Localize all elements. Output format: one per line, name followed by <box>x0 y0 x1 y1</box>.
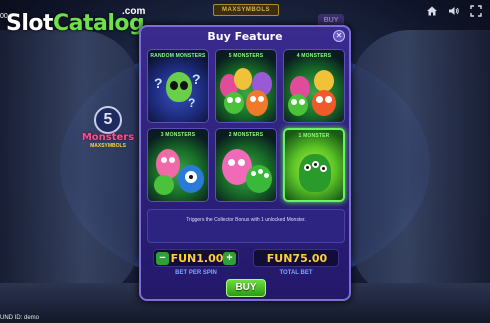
description-panel: Triggers the Collector Bonus with 1 unlo… <box>147 209 345 243</box>
feature-options-grid: RANDOM MONSTERS ? ? ? 5 MONSTERS 4 MONST… <box>147 49 345 202</box>
slotcatalog-logo: 00 SlotCatalog .com <box>0 3 150 37</box>
home-icon[interactable] <box>426 5 438 17</box>
option-label: 3 MONSTERS <box>160 132 196 138</box>
increase-bet-button[interactable]: + <box>223 252 236 265</box>
option-3-monsters[interactable]: 3 MONSTERS <box>147 128 209 202</box>
decrease-bet-button[interactable]: − <box>156 252 169 265</box>
option-4-monsters[interactable]: 4 MONSTERS <box>283 49 345 123</box>
buy-button[interactable]: BUY <box>226 279 266 297</box>
question-mark-icon: ? <box>188 96 196 110</box>
green-monster-icon <box>154 175 174 195</box>
logo-domain: .com <box>122 6 146 17</box>
dialog-title: Buy Feature <box>207 30 283 43</box>
background-hull-right <box>350 30 490 300</box>
option-label: 4 MONSTERS <box>296 53 332 59</box>
game-logo-subtitle: MAXSYMBOLS <box>90 143 126 149</box>
green-spotted-monster-icon <box>299 154 331 192</box>
orange-monster-icon <box>246 90 268 116</box>
option-label: 1 MONSTER <box>298 133 330 139</box>
feature-description: Triggers the Collector Bonus with 1 unlo… <box>186 217 306 223</box>
option-1-monster[interactable]: 1 MONSTER <box>283 128 345 202</box>
background-hull-left <box>0 30 140 300</box>
option-2-monsters[interactable]: 2 MONSTERS <box>215 128 277 202</box>
logo-prefix: Slot <box>6 11 54 36</box>
question-mark-icon: ? <box>192 71 201 87</box>
close-button[interactable]: ✕ <box>333 30 345 42</box>
total-bet-label: TOTAL BET <box>279 270 313 276</box>
bet-per-spin-label: BET PER SPIN <box>175 270 217 276</box>
max-symbols-badge: MAXSYMBOLS <box>213 4 279 16</box>
bet-per-spin-box: − FUN1.00 + <box>153 249 239 267</box>
option-label: 2 MONSTERS <box>228 132 264 138</box>
buy-feature-dialog: Buy Feature ✕ RANDOM MONSTERS ? ? ? 5 MO… <box>139 25 351 301</box>
pink-monster-icon <box>156 149 180 179</box>
green-monster-icon <box>288 94 308 116</box>
bet-controls: − FUN1.00 + BET PER SPIN FUN75.00 TOTAL … <box>153 249 343 279</box>
blue-monster-icon <box>178 165 204 193</box>
option-label: 5 MONSTERS <box>228 53 264 59</box>
orange-monster-icon <box>312 90 336 116</box>
option-random-monsters[interactable]: RANDOM MONSTERS ? ? ? <box>147 49 209 123</box>
yellow-monster-icon <box>314 70 334 92</box>
game-logo: 5 Monsters MAXSYMBOLS <box>78 106 138 156</box>
green-spotted-monster-icon <box>246 165 272 193</box>
green-monster-icon <box>224 92 244 114</box>
game-logo-title: Monsters <box>81 132 135 143</box>
round-id: UND ID: demo <box>0 315 40 321</box>
game-screen: 00 SlotCatalog .com MAXSYMBOLS BUY 5 Mon… <box>0 0 490 323</box>
game-logo-number: 5 <box>94 106 122 134</box>
total-bet-box: FUN75.00 <box>253 249 339 267</box>
top-controls <box>426 5 482 17</box>
total-bet-value: FUN75.00 <box>266 252 328 265</box>
bet-value: FUN1.00 <box>170 252 224 265</box>
sound-icon[interactable] <box>448 5 460 17</box>
option-label: RANDOM MONSTERS <box>150 53 206 59</box>
option-5-monsters[interactable]: 5 MONSTERS <box>215 49 277 123</box>
yellow-monster-icon <box>234 68 252 90</box>
fullscreen-icon[interactable] <box>470 5 482 17</box>
question-mark-icon: ? <box>154 75 163 91</box>
